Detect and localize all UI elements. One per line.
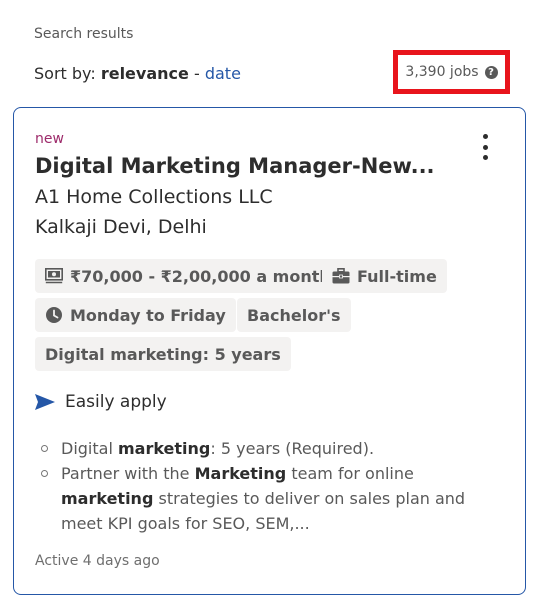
job-snippet: Digital marketing: 5 years (Required). P… <box>35 436 495 536</box>
easily-apply-label: Easily apply <box>65 392 167 412</box>
jobs-count: 3,390 jobs <box>405 64 479 80</box>
snippet-item: Partner with the Marketing team for onli… <box>35 461 495 536</box>
schedule-chip: Monday to Friday <box>35 298 236 332</box>
education-chip: Bachelor's <box>237 298 351 332</box>
sort-by-label: Sort by: <box>34 64 96 83</box>
snippet-highlight: marketing <box>61 489 154 508</box>
sort-separator: - <box>193 64 200 83</box>
job-location: Kalkaji Devi, Delhi <box>35 216 207 238</box>
snippet-item: Digital marketing: 5 years (Required). <box>35 436 495 461</box>
kebab-dot <box>482 144 488 150</box>
sort-option-relevance: relevance <box>100 64 189 83</box>
search-results-label: Search results <box>34 26 134 42</box>
schedule-text: Monday to Friday <box>70 305 226 325</box>
easily-apply: Easily apply <box>35 392 167 412</box>
new-badge: new <box>35 131 64 147</box>
sort-option-date[interactable]: date <box>205 64 241 83</box>
briefcase-icon <box>332 267 350 285</box>
snippet-text: : 5 years (Required). <box>210 439 375 458</box>
salary-chip: ₹70,000 - ₹2,00,000 a month <box>35 259 341 293</box>
sort-by-row: Sort by: relevance - date <box>34 64 241 83</box>
kebab-dot <box>482 155 488 160</box>
experience-text: Digital marketing: 5 years <box>45 344 281 364</box>
job-title[interactable]: Digital Marketing Manager-New... <box>35 154 435 178</box>
more-options-icon[interactable] <box>477 134 493 160</box>
snippet-text: Partner with the <box>61 464 195 483</box>
active-date: Active 4 days ago <box>35 553 160 569</box>
snippet-text: team for online <box>286 464 414 483</box>
job-card[interactable]: new Digital Marketing Manager-New... A1 … <box>13 107 526 595</box>
company-name: A1 Home Collections LLC <box>35 186 273 208</box>
job-type-chip: Full-time <box>322 259 447 293</box>
job-type-text: Full-time <box>357 266 437 286</box>
experience-chip: Digital marketing: 5 years <box>35 337 291 371</box>
clock-icon <box>45 306 63 324</box>
send-arrow-icon <box>35 394 55 410</box>
education-text: Bachelor's <box>247 305 341 325</box>
snippet-highlight: marketing <box>117 439 211 458</box>
salary-text: ₹70,000 - ₹2,00,000 a month <box>70 266 331 286</box>
snippet-text: Digital <box>61 439 118 458</box>
kebab-dot <box>482 134 488 139</box>
money-icon <box>45 267 63 285</box>
help-icon[interactable]: ? <box>484 65 498 79</box>
snippet-highlight: Marketing <box>194 464 287 483</box>
jobs-count-highlight: 3,390 jobs ? <box>393 50 510 94</box>
